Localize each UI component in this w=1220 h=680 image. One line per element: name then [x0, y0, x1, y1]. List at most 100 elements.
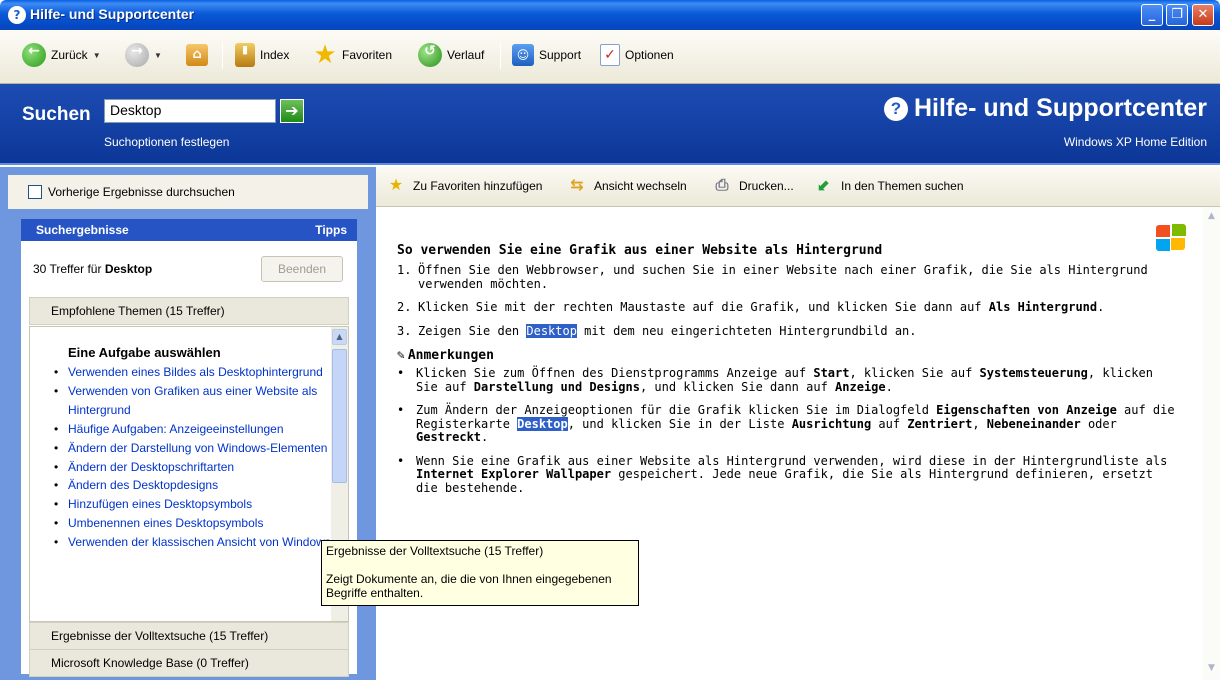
history-button[interactable]: ↺ Verlauf [418, 41, 484, 69]
add-favorites-button[interactable]: ★ Zu Favoriten hinzufügen [385, 175, 543, 197]
recommended-topics-header[interactable]: Empfohlene Themen (15 Treffer) [29, 297, 349, 325]
search-go-button[interactable]: ➔ [280, 99, 304, 123]
back-arrow-icon: ← [22, 43, 46, 67]
history-label: Verlauf [447, 48, 485, 62]
options-check-icon: ✓ [600, 44, 620, 66]
minimize-button[interactable]: _ [1141, 4, 1163, 26]
index-label: Index [260, 48, 290, 62]
forward-icon: → [125, 43, 149, 67]
search-header: Suchen Desktop ➔ Suchoptionen festlegen … [0, 84, 1220, 165]
print-label: Drucken... [739, 179, 794, 193]
article-body: So verwenden Sie eine Grafik aus einer W… [397, 243, 1177, 505]
topic-link[interactable]: Ändern der Desktopschriftarten [54, 458, 336, 477]
topic-link[interactable]: Umbenennen eines Desktopsymbols [54, 514, 336, 533]
close-button[interactable]: ✕ [1192, 4, 1214, 26]
tips-link[interactable]: Tipps [315, 223, 347, 241]
favorites-star-icon: ★ [313, 40, 337, 70]
favorites-label: Favoriten [342, 48, 393, 62]
help-icon: ? [883, 96, 908, 121]
notes-list: Klicken Sie zum Öffnen des Dienstprogram… [397, 366, 1177, 495]
results-header: Suchergebnisse Tipps [21, 219, 357, 241]
tooltip-title: Ergebnisse der Volltextsuche (15 Treffer… [326, 544, 544, 558]
brand-title: ? Hilfe- und Supportcenter [883, 94, 1207, 123]
search-term-highlight: Desktop [526, 323, 577, 338]
topic-link[interactable]: Häufige Aufgaben: Anzeigeeinstellungen [54, 420, 336, 439]
add-favorite-star-icon: ★ [388, 175, 404, 194]
article-pane: So verwenden Sie eine Grafik aus einer W… [376, 207, 1220, 680]
scroll-down-icon[interactable]: ▼ [1205, 663, 1218, 676]
step-number: 3. [397, 323, 412, 338]
step-bold: Als Hintergrund [988, 300, 1098, 314]
index-book-icon: ▮ [235, 43, 255, 67]
search-options-link[interactable]: Suchoptionen festlegen [104, 135, 229, 149]
window-title: Hilfe- und Supportcenter [30, 6, 195, 22]
count-term: Desktop [104, 262, 153, 276]
note-item: Zum Ändern der Anzeigeoptionen für die G… [397, 403, 1177, 445]
topic-link[interactable]: Verwenden der klassischen Ansicht von Wi… [54, 533, 336, 552]
step-text: Öffnen Sie den Webbrowser, und suchen Si… [418, 263, 1148, 291]
step-text: Zeigen Sie den [418, 323, 527, 338]
edition-label: Windows XP Home Edition [1063, 135, 1207, 149]
fulltext-results-header[interactable]: Ergebnisse der Volltextsuche (15 Treffer… [29, 622, 349, 650]
knowledge-base-header[interactable]: Microsoft Knowledge Base (0 Treffer) [29, 649, 349, 677]
add-favorites-label: Zu Favoriten hinzufügen [413, 179, 543, 193]
help-icon: ? [8, 6, 26, 24]
search-previous-row: Vorherige Ergebnisse durchsuchen [8, 175, 368, 209]
scroll-thumb[interactable] [332, 349, 347, 483]
search-input[interactable]: Desktop [104, 99, 276, 123]
arrow-right-icon: ➔ [285, 101, 299, 120]
support-button[interactable]: ☺ Support [512, 41, 581, 69]
maximize-button[interactable]: ❐ [1166, 4, 1188, 26]
back-button[interactable]: ← Zurück ▼ [22, 41, 101, 69]
step-item: 3. Zeigen Sie den Desktop mit dem neu ei… [397, 323, 1177, 339]
topic-link[interactable]: Verwenden eines Bildes als Desktophinter… [54, 363, 336, 382]
stop-button[interactable]: Beenden [261, 256, 343, 282]
brand-title-text: Hilfe- und Supportcenter [913, 94, 1207, 122]
article-title: So verwenden Sie eine Grafik aus einer W… [397, 243, 883, 258]
article-scrollbar[interactable]: ▲ ▼ [1203, 207, 1220, 680]
step-item: 2. Klicken Sie mit der rechten Maustaste… [397, 300, 1177, 315]
search-previous-checkbox[interactable] [28, 185, 42, 199]
task-heading: Eine Aufgabe auswählen [68, 345, 221, 360]
index-button[interactable]: ▮ Index [235, 41, 289, 69]
search-label: Suchen [22, 104, 91, 125]
tooltip-body: Zeigt Dokumente an, die die von Ihnen ei… [326, 572, 612, 600]
back-label: Zurück [51, 48, 88, 62]
notes-heading-text: Anmerkungen [407, 348, 494, 363]
note-pencil-icon: ✎ [397, 348, 405, 363]
favorites-button[interactable]: ★ Favoriten [313, 41, 392, 69]
step-text: Klicken Sie mit der rechten Maustaste au… [418, 300, 989, 314]
home-icon: ⌂ [186, 44, 208, 66]
tooltip: Ergebnisse der Volltextsuche (15 Treffer… [321, 540, 639, 606]
title-bar: ? Hilfe- und Supportcenter _ ❐ ✕ [0, 0, 1220, 30]
step-text-end: . [1097, 300, 1105, 314]
topic-link[interactable]: Ändern der Darstellung von Windows-Eleme… [54, 439, 336, 458]
printer-icon: ⎙ [715, 175, 729, 194]
search-results-panel: Suchergebnisse Tipps 30 Treffer für Desk… [21, 219, 357, 677]
locate-arrow-icon: ⬋ [817, 175, 831, 194]
print-button[interactable]: ⎙ Drucken... [711, 175, 794, 197]
topic-link[interactable]: Ändern des Desktopdesigns [54, 476, 336, 495]
count-prefix: 30 Treffer für [33, 262, 105, 276]
chevron-down-icon: ▼ [154, 50, 162, 60]
search-previous-label[interactable]: Vorherige Ergebnisse durchsuchen [48, 185, 235, 199]
step-number: 2. [397, 300, 412, 314]
scroll-up-icon[interactable]: ▲ [1205, 211, 1218, 224]
left-pane: Vorherige Ergebnisse durchsuchen Sucherg… [0, 167, 376, 680]
support-label: Support [539, 48, 582, 62]
topic-link[interactable]: Verwenden von Grafiken aus einer Website… [54, 382, 336, 420]
locate-label: In den Themen suchen [841, 179, 964, 193]
toolbar-separator [222, 43, 223, 69]
options-button[interactable]: ✓ Optionen [600, 41, 674, 69]
results-count: 30 Treffer für Desktop Beenden [21, 241, 357, 297]
change-view-button[interactable]: ⇆ Ansicht wechseln [566, 175, 686, 197]
steps-list: 1. Öffnen Sie den Webbrowser, und suchen… [397, 263, 1177, 339]
results-title: Suchergebnisse [36, 223, 129, 237]
scroll-up-icon[interactable]: ▲ [332, 329, 347, 345]
topic-link[interactable]: Hinzufügen eines Desktopsymbols [54, 495, 336, 514]
content-toolbar: ★ Zu Favoriten hinzufügen ⇆ Ansicht wech… [376, 167, 1220, 207]
options-label: Optionen [625, 48, 674, 62]
forward-button[interactable]: → ▼ [125, 41, 162, 69]
locate-in-contents-button[interactable]: ⬋ In den Themen suchen [813, 175, 964, 197]
home-button[interactable]: ⌂ [186, 41, 208, 69]
